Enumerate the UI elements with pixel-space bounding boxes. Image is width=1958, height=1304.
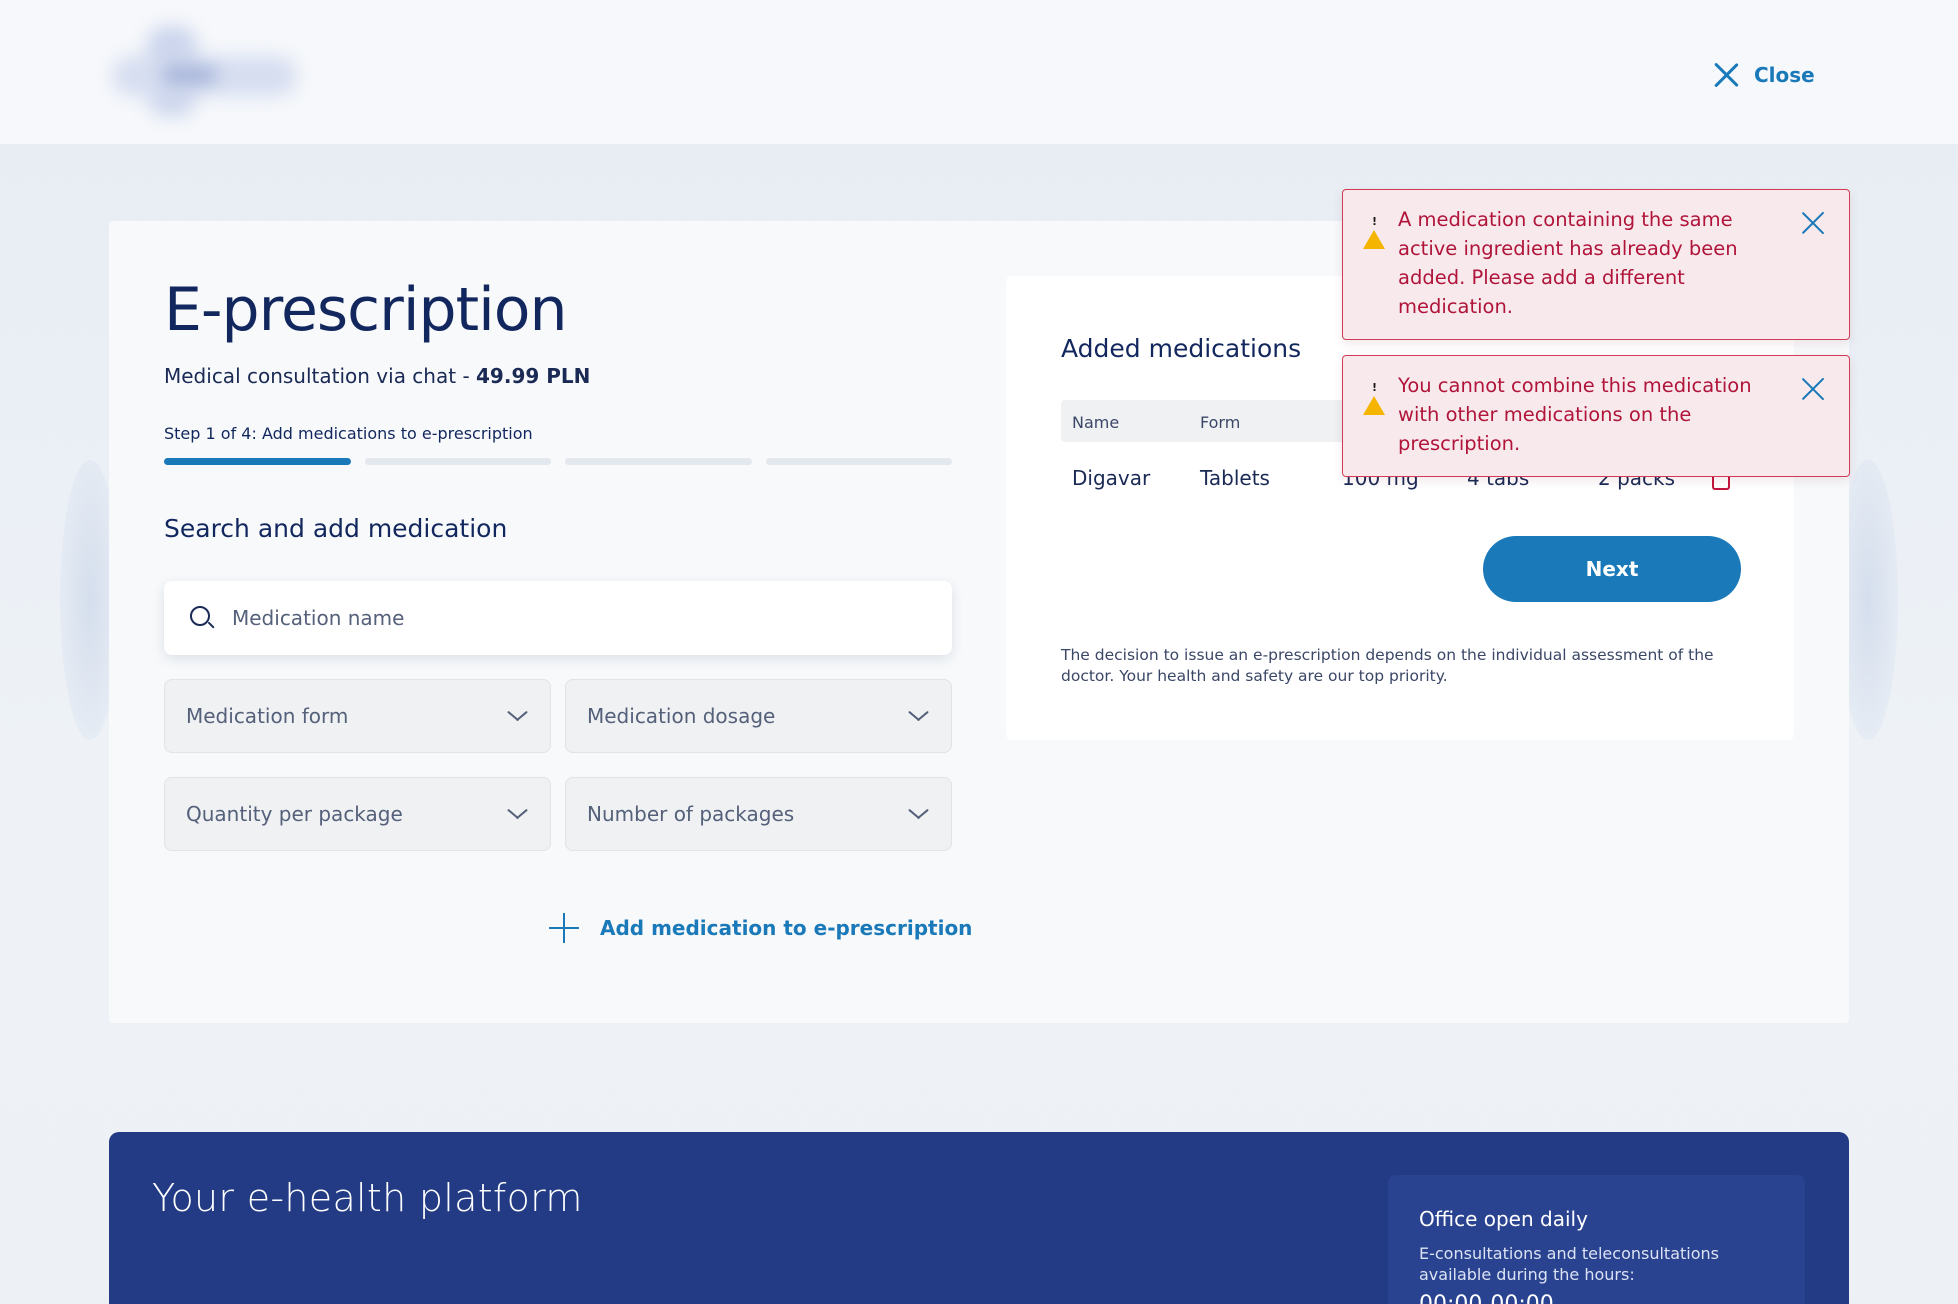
- row-form: Tablets: [1200, 466, 1270, 490]
- row-name: Digavar: [1072, 466, 1151, 490]
- alert-message: A medication containing the same active …: [1398, 208, 1738, 318]
- progress-step-4: [765, 458, 952, 465]
- alert-cannot-combine: ! You cannot combine this medication wit…: [1342, 355, 1850, 477]
- plus-icon: [548, 912, 580, 944]
- disclaimer-note: The decision to issue an e-prescription …: [1061, 646, 1714, 685]
- added-medications-title: Added medications: [1061, 334, 1302, 363]
- medication-form-select[interactable]: Medication form: [164, 679, 551, 753]
- quantity-per-package-select[interactable]: Quantity per package: [164, 777, 551, 851]
- medication-form-label: Medication form: [186, 704, 349, 728]
- office-hours-time: 00:00-00:00: [1419, 1292, 1554, 1304]
- progress-step-1: [164, 458, 351, 465]
- close-button[interactable]: Close: [1712, 58, 1815, 92]
- alert-close-icon[interactable]: [1799, 209, 1827, 237]
- next-button[interactable]: Next: [1483, 536, 1741, 602]
- page-title: E-prescription: [164, 275, 568, 345]
- column-header-name: Name: [1072, 413, 1120, 432]
- add-medication-label: Add medication to e-prescription: [600, 916, 973, 940]
- chevron-down-icon: [906, 704, 930, 728]
- subtitle-text: Medical consultation via chat -: [164, 364, 477, 388]
- alert-close-icon[interactable]: [1799, 375, 1827, 403]
- office-hours-title: Office open daily: [1419, 1207, 1588, 1231]
- alert-duplicate-ingredient: ! A medication containing the same activ…: [1342, 189, 1850, 340]
- chevron-down-icon: [906, 802, 930, 826]
- progress-step-2: [364, 458, 551, 465]
- medication-name-input[interactable]: [232, 606, 832, 630]
- medication-dosage-label: Medication dosage: [587, 704, 776, 728]
- number-of-packages-label: Number of packages: [587, 802, 795, 826]
- page-subtitle: Medical consultation via chat - 49.99 PL…: [164, 364, 590, 388]
- medication-dosage-select[interactable]: Medication dosage: [565, 679, 952, 753]
- quantity-per-package-label: Quantity per package: [186, 802, 403, 826]
- subtitle-price: 49.99 PLN: [476, 364, 591, 388]
- column-header-form: Form: [1200, 413, 1241, 432]
- chevron-down-icon: [505, 704, 529, 728]
- office-hours-subtitle: E-consultations and teleconsultations av…: [1419, 1244, 1719, 1284]
- progress-step-3: [565, 458, 752, 465]
- logo[interactable]: [112, 26, 302, 122]
- step-label: Step 1 of 4: Add medications to e-prescr…: [164, 424, 533, 443]
- footer-title: Your e-health platform: [152, 1176, 583, 1220]
- warning-icon: !: [1363, 211, 1385, 249]
- search-icon: [188, 604, 216, 632]
- close-icon: [1712, 61, 1740, 89]
- search-section-title: Search and add medication: [164, 514, 508, 543]
- medication-search[interactable]: [164, 581, 952, 655]
- close-label: Close: [1754, 63, 1815, 87]
- alert-message: You cannot combine this medication with …: [1398, 374, 1752, 455]
- add-medication-button[interactable]: Add medication to e-prescription: [548, 912, 972, 944]
- chevron-down-icon: [505, 802, 529, 826]
- step-progress: [164, 458, 952, 465]
- warning-icon: !: [1363, 377, 1385, 415]
- number-of-packages-select[interactable]: Number of packages: [565, 777, 952, 851]
